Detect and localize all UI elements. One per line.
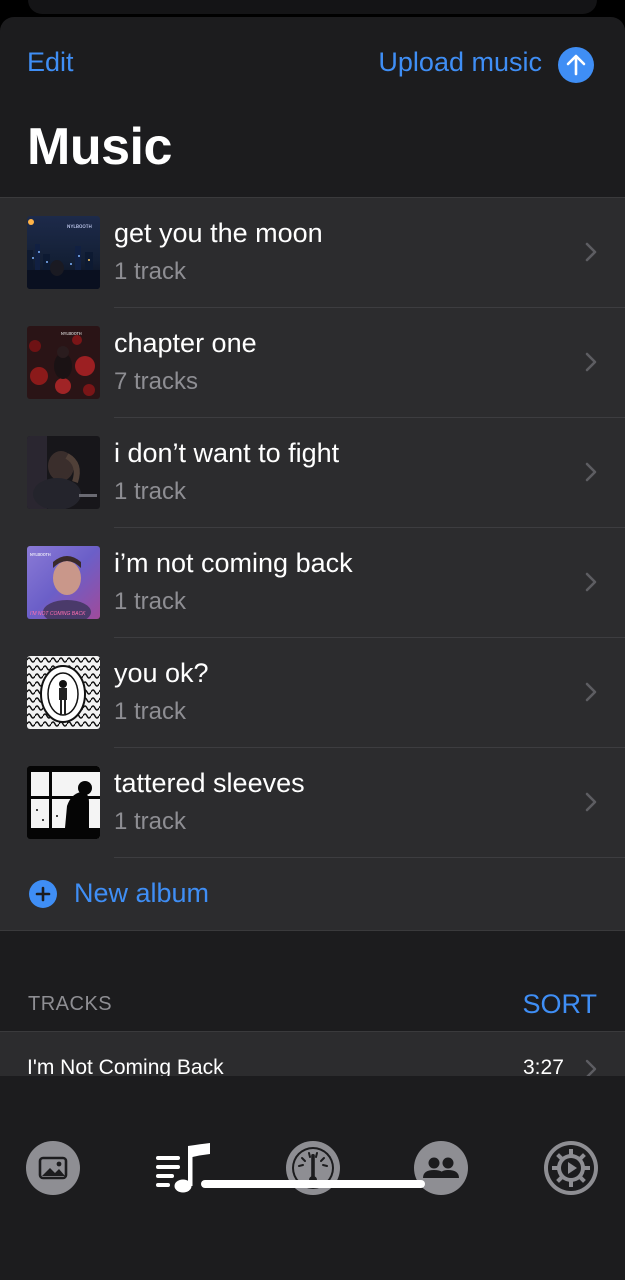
gear-play-icon xyxy=(544,1141,598,1195)
album-title: i’m not coming back xyxy=(114,548,353,578)
album-title: you ok? xyxy=(114,658,209,688)
album-row[interactable]: you ok? 1 track xyxy=(0,638,625,748)
new-album-label: New album xyxy=(74,878,210,908)
album-title: tattered sleeves xyxy=(114,768,305,798)
new-album-button[interactable]: New album xyxy=(0,858,625,930)
background-sheet xyxy=(28,0,597,14)
chevron-right-icon xyxy=(584,241,598,268)
page-title: Music xyxy=(27,118,172,176)
album-title: get you the moon xyxy=(114,218,323,248)
album-track-count: 1 track xyxy=(114,258,187,285)
album-art: ɴʏʟʙᴏᴏᴛʜ I'M NOT COMING BACK xyxy=(27,546,100,619)
plus-circle-icon xyxy=(29,880,57,908)
sort-button[interactable]: SORT xyxy=(522,989,597,1020)
album-row[interactable]: ɴʏʟʙᴏᴏᴛʜ get you the moon 1 track xyxy=(0,198,625,308)
svg-text:ɴʏʟʙᴏᴏᴛʜ: ɴʏʟʙᴏᴏᴛʜ xyxy=(61,331,82,337)
navigation-bar: Edit Upload music xyxy=(0,17,625,117)
album-track-count: 1 track xyxy=(114,698,187,725)
album-list: ɴʏʟʙᴏᴏᴛʜ get you the moon 1 track ɴʏʟʙᴏᴏ… xyxy=(0,197,625,931)
chevron-right-icon xyxy=(584,571,598,598)
album-row[interactable]: i don’t want to fight 1 track xyxy=(0,418,625,528)
album-art xyxy=(27,436,100,509)
chevron-right-icon xyxy=(584,791,598,818)
album-title: i don’t want to fight xyxy=(114,438,340,468)
chevron-right-icon xyxy=(584,461,598,488)
album-art xyxy=(27,656,100,729)
album-row[interactable]: ɴʏʟʙᴏᴏᴛʜ I'M NOT COMING BACK i’m not com… xyxy=(0,528,625,638)
chevron-right-icon xyxy=(584,351,598,378)
album-row[interactable]: ɴʏʟʙᴏᴏᴛʜ chapter one 7 tracks xyxy=(0,308,625,418)
tab-photos[interactable] xyxy=(25,1140,81,1196)
tab-settings[interactable] xyxy=(543,1140,599,1196)
album-track-count: 7 tracks xyxy=(114,368,199,395)
album-track-count: 1 track xyxy=(114,808,187,835)
edit-button[interactable]: Edit xyxy=(27,47,74,78)
music-sheet: Edit Upload music Music ɴʏʟʙᴏᴏᴛʜ get you… xyxy=(0,17,625,1280)
upload-arrow-icon[interactable] xyxy=(558,47,594,83)
track-row[interactable]: I'm Not Coming Back 3:27 xyxy=(0,1031,625,1082)
tab-bar xyxy=(0,1076,625,1280)
svg-text:ɴʏʟʙᴏᴏᴛʜ: ɴʏʟʙᴏᴏᴛʜ xyxy=(67,224,92,230)
album-art: ɴʏʟʙᴏᴏᴛʜ xyxy=(27,326,100,399)
chevron-right-icon xyxy=(584,681,598,708)
svg-text:ɴʏʟʙᴏᴏᴛʜ: ɴʏʟʙᴏᴏᴛʜ xyxy=(30,552,51,558)
home-indicator[interactable] xyxy=(201,1180,425,1188)
album-track-count: 1 track xyxy=(114,588,187,615)
album-row[interactable]: tattered sleeves 1 track xyxy=(0,748,625,858)
photo-icon xyxy=(26,1141,80,1195)
tracks-section-header: TRACKS xyxy=(28,993,113,1015)
album-art: ɴʏʟʙᴏᴏᴛʜ xyxy=(27,216,100,289)
album-track-count: 1 track xyxy=(114,478,187,505)
upload-music-button[interactable]: Upload music xyxy=(378,47,542,78)
album-title: chapter one xyxy=(114,328,257,358)
svg-text:I'M NOT COMING BACK: I'M NOT COMING BACK xyxy=(30,611,86,617)
album-art xyxy=(27,766,100,839)
